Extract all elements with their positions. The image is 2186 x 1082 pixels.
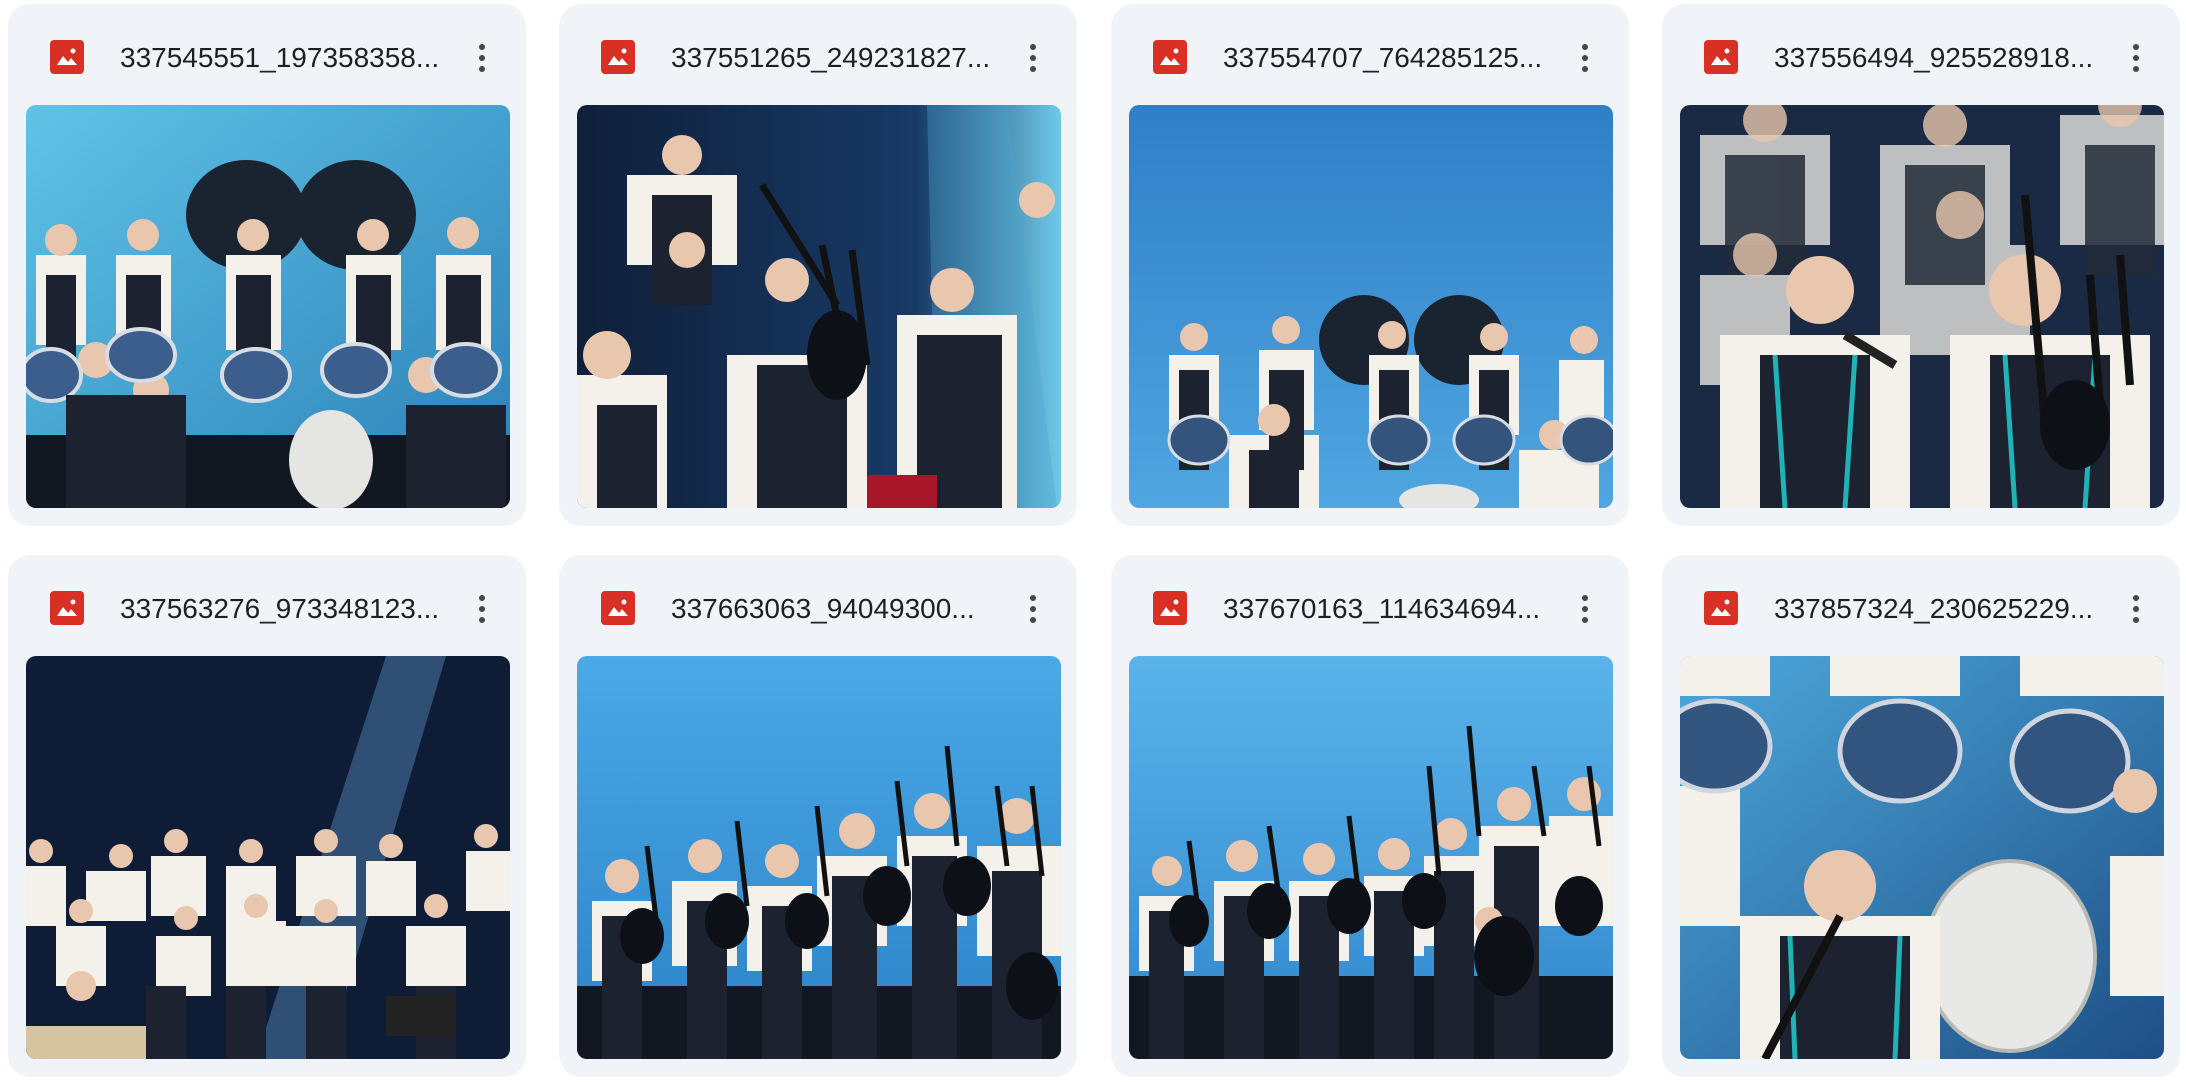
file-card[interactable]: 337551265_249231827...	[559, 4, 1077, 526]
kebab-dot-icon	[479, 595, 485, 601]
kebab-dot-icon	[2133, 44, 2139, 50]
image-thumbnail[interactable]	[26, 656, 510, 1059]
card-header: 337663063_94049300...	[559, 555, 1077, 655]
kebab-dot-icon	[1582, 44, 1588, 50]
image-thumbnail[interactable]	[1129, 105, 1613, 508]
more-options-button[interactable]	[456, 28, 508, 88]
file-name[interactable]: 337556494_925528918...	[1774, 34, 2104, 82]
more-options-button[interactable]	[1007, 579, 1059, 639]
kebab-dot-icon	[479, 44, 485, 50]
kebab-dot-icon	[2133, 617, 2139, 623]
image-file-icon	[1704, 591, 1738, 625]
kebab-dot-icon	[479, 606, 485, 612]
card-header: 337563276_973348123...	[8, 555, 526, 655]
kebab-dot-icon	[1030, 44, 1036, 50]
more-options-button[interactable]	[1559, 579, 1611, 639]
file-name[interactable]: 337563276_973348123...	[120, 585, 450, 633]
kebab-dot-icon	[2133, 595, 2139, 601]
image-file-icon	[1704, 40, 1738, 74]
kebab-dot-icon	[1582, 55, 1588, 61]
kebab-dot-icon	[2133, 606, 2139, 612]
kebab-dot-icon	[1582, 66, 1588, 72]
image-thumbnail[interactable]	[26, 105, 510, 508]
kebab-dot-icon	[479, 55, 485, 61]
file-name[interactable]: 337670163_114634694...	[1223, 585, 1553, 633]
file-name[interactable]: 337554707_764285125...	[1223, 34, 1553, 82]
card-header: 337551265_249231827...	[559, 4, 1077, 104]
file-name[interactable]: 337551265_249231827...	[671, 34, 1001, 82]
image-thumbnail[interactable]	[1680, 105, 2164, 508]
kebab-dot-icon	[2133, 55, 2139, 61]
image-thumbnail[interactable]	[1129, 656, 1613, 1059]
file-name[interactable]: 337857324_230625229...	[1774, 585, 2104, 633]
card-header: 337554707_764285125...	[1111, 4, 1629, 104]
image-file-icon	[601, 591, 635, 625]
image-file-icon	[1153, 40, 1187, 74]
image-file-icon	[50, 591, 84, 625]
more-options-button[interactable]	[2110, 579, 2162, 639]
kebab-dot-icon	[1582, 595, 1588, 601]
image-thumbnail[interactable]	[577, 656, 1061, 1059]
card-header: 337857324_230625229...	[1662, 555, 2180, 655]
file-card[interactable]: 337556494_925528918...	[1662, 4, 2180, 526]
file-name[interactable]: 337663063_94049300...	[671, 585, 1001, 633]
image-thumbnail[interactable]	[1680, 656, 2164, 1059]
kebab-dot-icon	[1030, 66, 1036, 72]
file-card[interactable]: 337563276_973348123...	[8, 555, 526, 1077]
more-options-button[interactable]	[1007, 28, 1059, 88]
kebab-dot-icon	[2133, 66, 2139, 72]
file-card[interactable]: 337857324_230625229...	[1662, 555, 2180, 1077]
more-options-button[interactable]	[1559, 28, 1611, 88]
kebab-dot-icon	[1030, 595, 1036, 601]
image-thumbnail[interactable]	[577, 105, 1061, 508]
card-header: 337670163_114634694...	[1111, 555, 1629, 655]
card-header: 337556494_925528918...	[1662, 4, 2180, 104]
file-card[interactable]: 337554707_764285125...	[1111, 4, 1629, 526]
image-file-icon	[1153, 591, 1187, 625]
image-file-icon	[601, 40, 635, 74]
kebab-dot-icon	[1030, 617, 1036, 623]
kebab-dot-icon	[1030, 55, 1036, 61]
more-options-button[interactable]	[456, 579, 508, 639]
kebab-dot-icon	[479, 617, 485, 623]
kebab-dot-icon	[1582, 617, 1588, 623]
file-grid: 337545551_197358358... 337551265_2492318…	[0, 0, 2186, 1082]
kebab-dot-icon	[1582, 606, 1588, 612]
file-card[interactable]: 337545551_197358358...	[8, 4, 526, 526]
file-name[interactable]: 337545551_197358358...	[120, 34, 450, 82]
image-file-icon	[50, 40, 84, 74]
file-card[interactable]: 337663063_94049300...	[559, 555, 1077, 1077]
more-options-button[interactable]	[2110, 28, 2162, 88]
card-header: 337545551_197358358...	[8, 4, 526, 104]
file-card[interactable]: 337670163_114634694...	[1111, 555, 1629, 1077]
kebab-dot-icon	[479, 66, 485, 72]
kebab-dot-icon	[1030, 606, 1036, 612]
